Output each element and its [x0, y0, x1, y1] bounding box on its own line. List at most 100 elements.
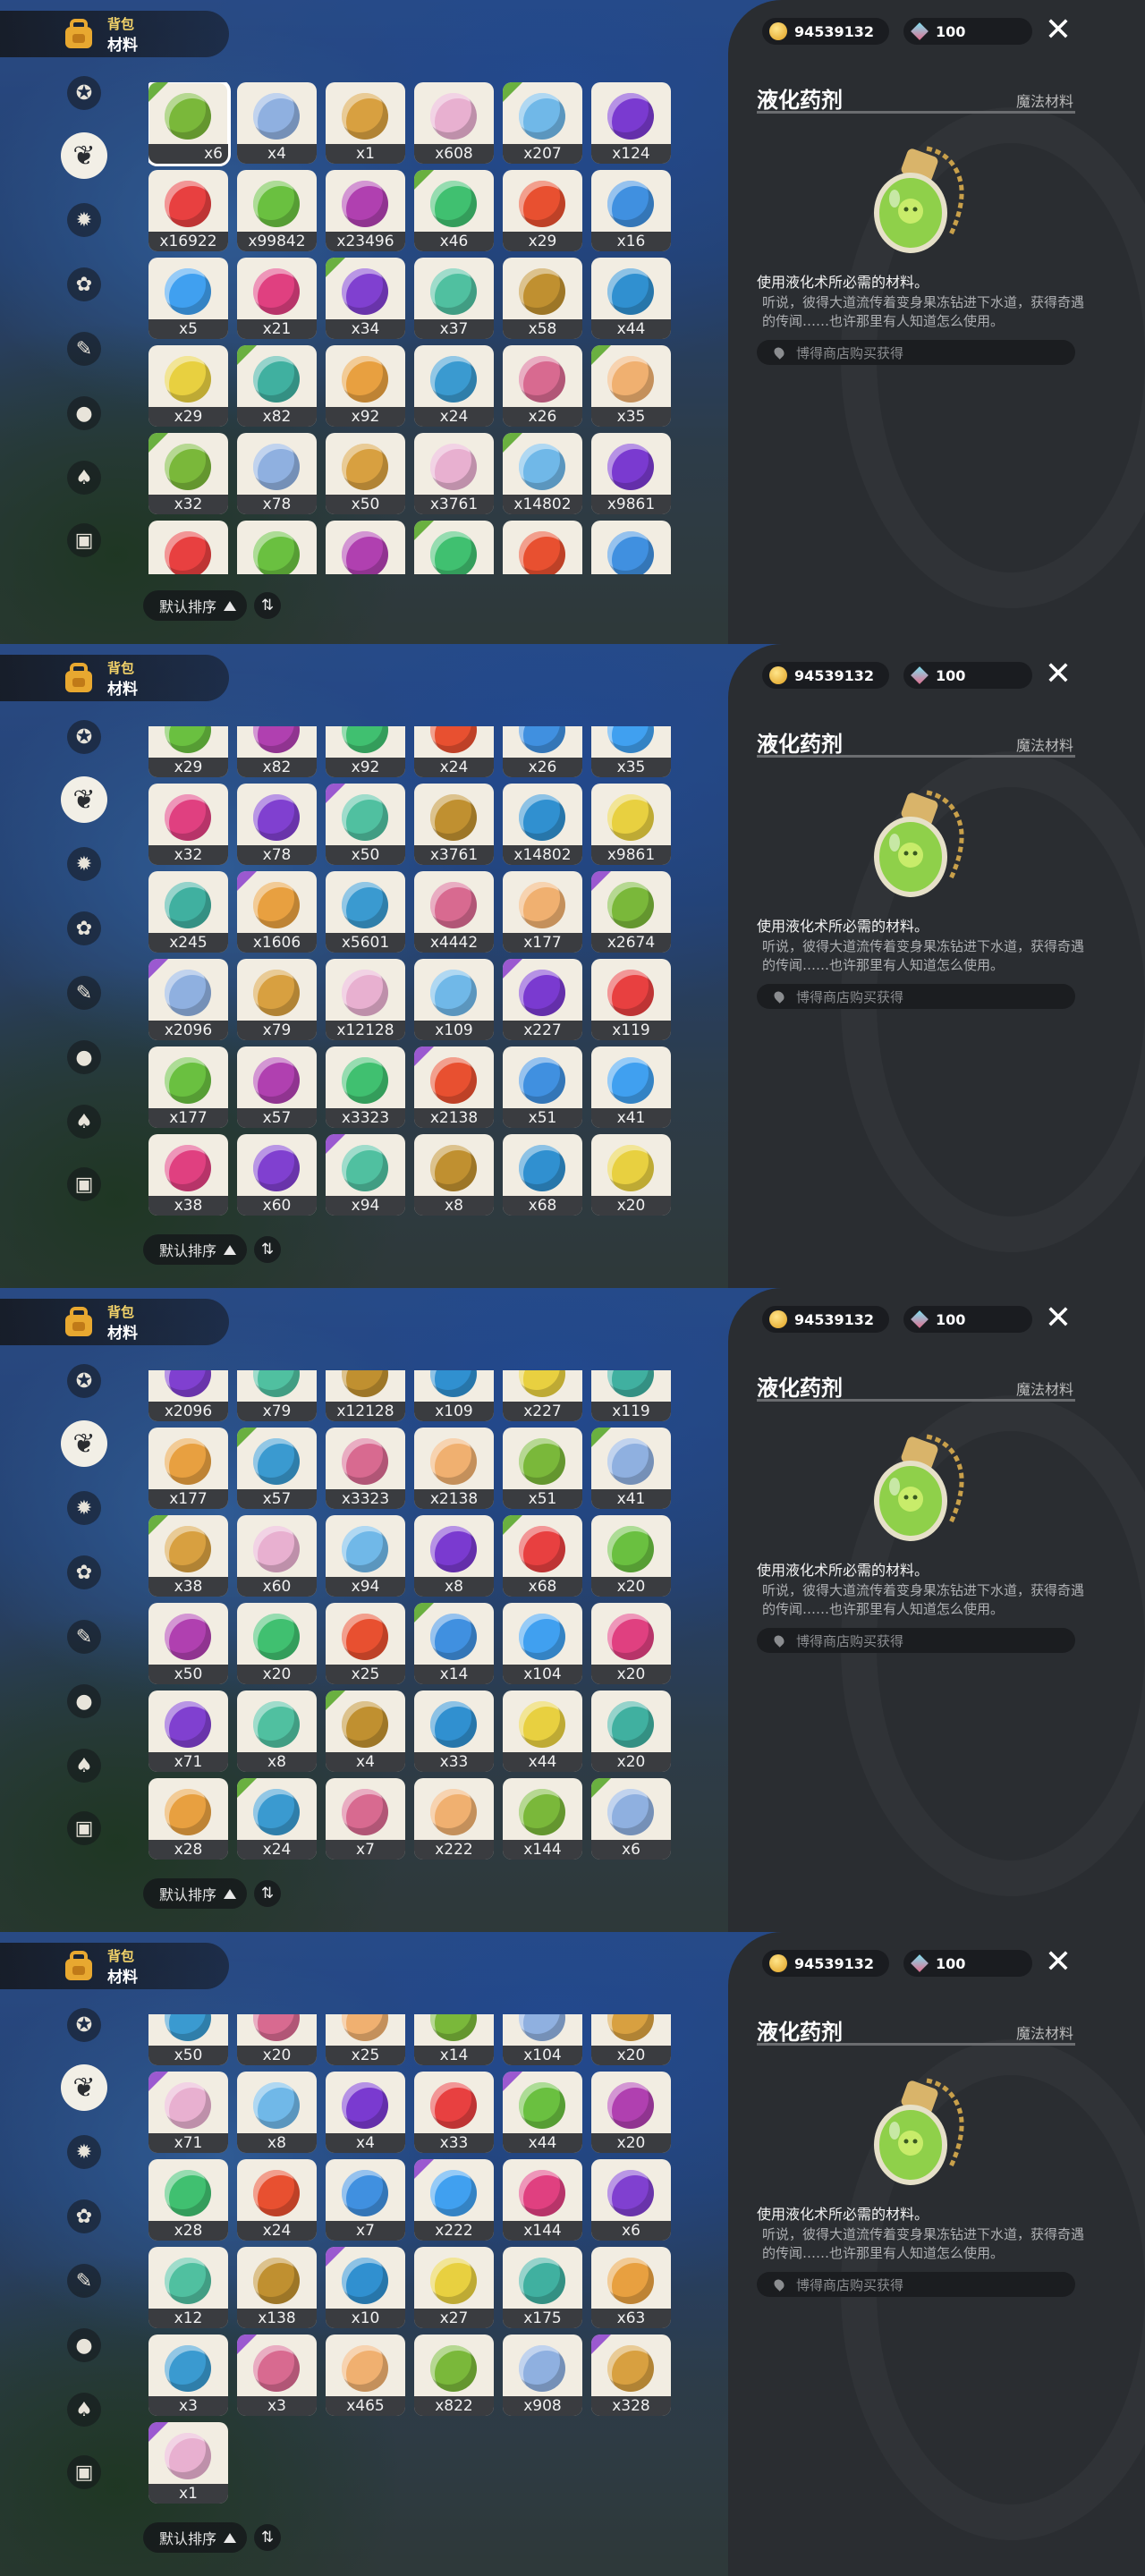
inventory-item-slot[interactable]: x14802 — [503, 784, 582, 865]
inventory-item-slot[interactable]: x41 — [591, 1428, 671, 1509]
inventory-item-slot[interactable]: x20 — [591, 2072, 671, 2153]
sidebar-tab-scroll[interactable]: ✎ — [59, 968, 109, 1018]
inventory-item-slot[interactable]: x63 — [591, 2247, 671, 2328]
inventory-item-slot[interactable]: x8 — [237, 1690, 317, 1772]
inventory-item-slot[interactable]: x57 — [237, 1428, 317, 1509]
inventory-item-slot[interactable]: x3 — [237, 2334, 317, 2416]
sort-dropdown[interactable]: 默认排序 — [143, 590, 247, 621]
sidebar-tab-sun-gear[interactable]: ✹ — [59, 2127, 109, 2177]
sidebar-tab-star-badge[interactable]: ✪ — [59, 68, 109, 118]
close-icon[interactable]: ✕ — [1042, 1946, 1074, 1979]
inventory-item-slot[interactable]: x5601 — [326, 871, 405, 953]
sidebar-tab-scroll[interactable]: ✎ — [59, 2256, 109, 2306]
sort-toggle-button[interactable]: ⇅ — [254, 1236, 281, 1263]
inventory-item-slot[interactable]: x26 — [503, 345, 582, 427]
inventory-item-slot[interactable]: x12128 — [326, 959, 405, 1040]
inventory-item-slot[interactable]: x82 — [237, 345, 317, 427]
sort-dropdown[interactable]: 默认排序 — [143, 2522, 247, 2553]
inventory-item-slot[interactable]: x57 — [237, 1046, 317, 1128]
inventory-item-slot[interactable]: x24 — [237, 1778, 317, 1860]
inventory-item-slot[interactable]: x29 — [148, 726, 228, 777]
inventory-item-slot[interactable]: x5 — [148, 258, 228, 339]
sidebar-tab-leaf[interactable]: ❦ — [59, 1419, 109, 1469]
sort-dropdown[interactable]: 默认排序 — [143, 1878, 247, 1909]
sidebar-tab-leaf[interactable]: ❦ — [59, 775, 109, 825]
inventory-item-slot[interactable]: x20 — [591, 1515, 671, 1597]
sidebar-tab-ball[interactable]: ● — [59, 388, 109, 438]
inventory-item-slot[interactable] — [591, 521, 671, 574]
inventory-item-slot[interactable]: x124 — [591, 82, 671, 164]
inventory-item-slot[interactable]: x24 — [414, 726, 494, 777]
inventory-item-slot[interactable]: x14802 — [503, 433, 582, 514]
sidebar-tab-star-badge[interactable]: ✪ — [59, 712, 109, 762]
close-icon[interactable]: ✕ — [1042, 1302, 1074, 1335]
inventory-item-slot[interactable]: x8 — [414, 1134, 494, 1216]
inventory-item-slot[interactable]: x41 — [591, 1046, 671, 1128]
inventory-item-slot[interactable]: x177 — [148, 1046, 228, 1128]
inventory-item-slot[interactable]: x28 — [148, 1778, 228, 1860]
sidebar-tab-chest[interactable]: ▣ — [59, 515, 109, 565]
inventory-item-slot[interactable]: x175 — [503, 2247, 582, 2328]
inventory-item-slot[interactable]: x7 — [326, 2159, 405, 2241]
inventory-item-slot[interactable]: x104 — [503, 1603, 582, 1684]
inventory-item-slot[interactable]: x822 — [414, 2334, 494, 2416]
inventory-item-slot[interactable]: x38 — [148, 1134, 228, 1216]
inventory-item-slot[interactable]: x227 — [503, 959, 582, 1040]
inventory-item-slot[interactable] — [326, 521, 405, 574]
inventory-item-slot[interactable]: x20 — [591, 1134, 671, 1216]
sidebar-tab-flower[interactable]: ✿ — [59, 1547, 109, 1597]
inventory-item-slot[interactable]: x109 — [414, 959, 494, 1040]
sidebar-tab-acorn[interactable]: ♠ — [59, 1741, 109, 1791]
inventory-item-slot[interactable]: x6 — [591, 1778, 671, 1860]
inventory-item-slot[interactable]: x20 — [237, 2014, 317, 2065]
sidebar-tab-leaf[interactable]: ❦ — [59, 2063, 109, 2113]
close-icon[interactable]: ✕ — [1042, 658, 1074, 691]
inventory-item-slot[interactable]: x25 — [326, 2014, 405, 2065]
inventory-item-slot[interactable]: x26 — [503, 726, 582, 777]
inventory-item-slot[interactable]: x222 — [414, 2159, 494, 2241]
close-icon[interactable]: ✕ — [1042, 14, 1074, 47]
inventory-item-slot[interactable]: x4 — [237, 82, 317, 164]
inventory-item-slot[interactable]: x46 — [414, 170, 494, 251]
sidebar-tab-scroll[interactable]: ✎ — [59, 1612, 109, 1662]
inventory-item-slot[interactable]: x16922 — [148, 170, 228, 251]
inventory-item-slot[interactable]: x3323 — [326, 1046, 405, 1128]
inventory-item-slot[interactable]: x119 — [591, 959, 671, 1040]
inventory-item-slot[interactable]: x50 — [326, 433, 405, 514]
sidebar-tab-flower[interactable]: ✿ — [59, 259, 109, 309]
sidebar-tab-acorn[interactable]: ♠ — [59, 2385, 109, 2435]
inventory-item-slot[interactable]: x2138 — [414, 1046, 494, 1128]
inventory-item-slot[interactable]: x16 — [591, 170, 671, 251]
inventory-item-slot[interactable]: x20 — [591, 1603, 671, 1684]
inventory-item-slot[interactable]: x50 — [326, 784, 405, 865]
inventory-item-slot[interactable]: x71 — [148, 1690, 228, 1772]
inventory-item-slot[interactable]: x1 — [148, 2422, 228, 2504]
inventory-item-slot[interactable]: x608 — [414, 82, 494, 164]
inventory-item-slot[interactable]: x35 — [591, 726, 671, 777]
inventory-item-slot[interactable]: x27 — [414, 2247, 494, 2328]
inventory-item-slot[interactable]: x2674 — [591, 871, 671, 953]
sidebar-tab-ball[interactable]: ● — [59, 2320, 109, 2370]
inventory-item-slot[interactable]: x12 — [148, 2247, 228, 2328]
inventory-item-slot[interactable]: x79 — [237, 959, 317, 1040]
sidebar-tab-sun-gear[interactable]: ✹ — [59, 839, 109, 889]
inventory-item-slot[interactable]: x20 — [591, 1690, 671, 1772]
inventory-item-slot[interactable]: x23496 — [326, 170, 405, 251]
inventory-item-slot[interactable] — [237, 521, 317, 574]
inventory-item-slot[interactable]: x32 — [148, 784, 228, 865]
inventory-item-slot[interactable] — [148, 521, 228, 574]
sidebar-tab-ball[interactable]: ● — [59, 1676, 109, 1726]
sidebar-tab-scroll[interactable]: ✎ — [59, 324, 109, 374]
inventory-item-slot[interactable]: x50 — [148, 1603, 228, 1684]
inventory-item-slot[interactable]: x4 — [326, 2072, 405, 2153]
inventory-item-slot[interactable]: x2138 — [414, 1428, 494, 1509]
inventory-item-slot[interactable]: x60 — [237, 1515, 317, 1597]
inventory-item-slot[interactable]: x68 — [503, 1134, 582, 1216]
inventory-item-slot[interactable]: x78 — [237, 784, 317, 865]
inventory-item-slot[interactable]: x177 — [503, 871, 582, 953]
inventory-item-slot[interactable]: x29 — [148, 345, 228, 427]
inventory-item-slot[interactable]: x12128 — [326, 1370, 405, 1421]
sidebar-tab-chest[interactable]: ▣ — [59, 2447, 109, 2497]
inventory-item-slot[interactable]: x4442 — [414, 871, 494, 953]
inventory-item-slot[interactable]: x14 — [414, 1603, 494, 1684]
